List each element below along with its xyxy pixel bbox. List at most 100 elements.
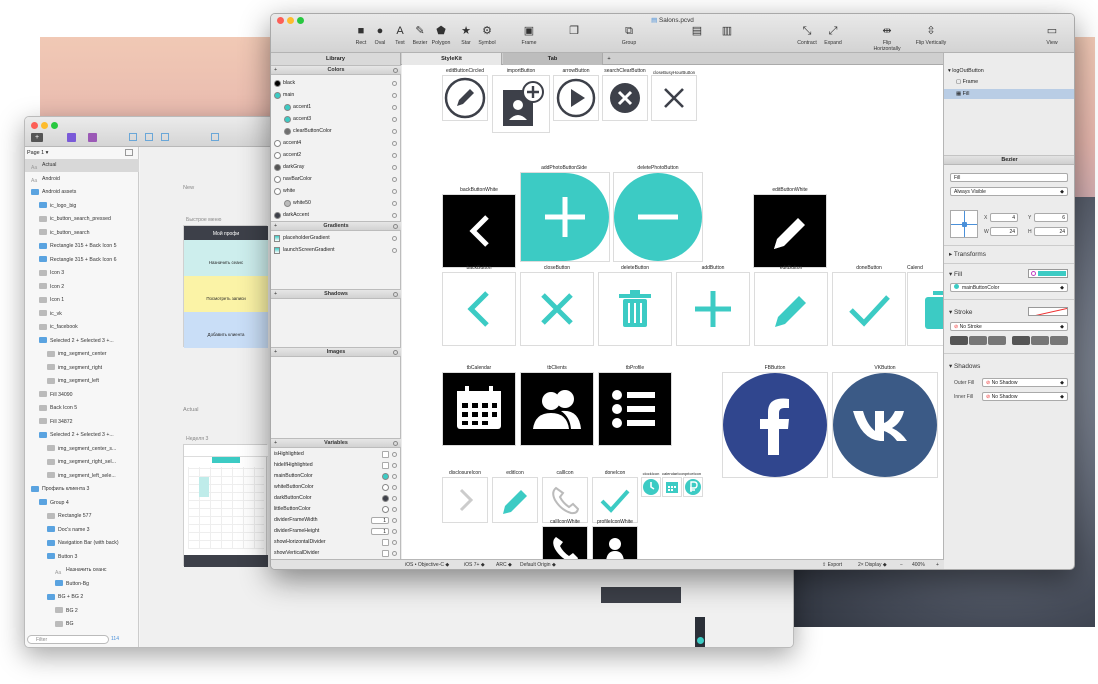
zoom-out-button[interactable]: − xyxy=(900,561,903,569)
variable-item[interactable]: hideIfHighlighted xyxy=(271,460,401,471)
anchor-grid[interactable] xyxy=(950,210,978,238)
layer-row[interactable]: Selected 2 + Selected 3 +... xyxy=(25,335,139,348)
edit-button-white[interactable] xyxy=(753,194,827,268)
zoom-dot[interactable] xyxy=(51,122,58,129)
color-item[interactable]: darkAccent xyxy=(271,210,401,221)
add-page-icon[interactable] xyxy=(125,149,133,156)
delete-photo-button[interactable] xyxy=(613,172,703,262)
layer-row[interactable]: ic_facebook xyxy=(25,321,139,334)
fb-button[interactable] xyxy=(722,372,828,478)
toolbar-button[interactable]: ▭ View xyxy=(1034,26,1070,47)
join-bevel-button[interactable] xyxy=(1050,336,1068,345)
tree-fill[interactable]: ▦ Fill xyxy=(944,89,1074,99)
layer-row[interactable]: ic_button_search_pressed xyxy=(25,213,139,226)
phone-menu-artboard[interactable]: Мой профи Назначить сеанс Посмотреть зап… xyxy=(183,225,268,348)
inner-fill-select[interactable]: ⊘ No Shadow ◆ xyxy=(982,392,1068,401)
cap-square-button[interactable] xyxy=(988,336,1006,345)
back-button-white[interactable] xyxy=(442,194,516,268)
color-item[interactable]: darkGray xyxy=(271,162,401,173)
edit-icon-cell[interactable] xyxy=(492,477,538,523)
toolbar-button[interactable]: ❐ xyxy=(556,26,592,40)
close-button[interactable] xyxy=(520,272,594,346)
color-options-icon[interactable] xyxy=(392,189,397,194)
insert-icon[interactable]: + xyxy=(31,133,43,142)
layer-row[interactable]: ic_vk xyxy=(25,308,139,321)
color-item[interactable]: navBarColor xyxy=(271,174,401,185)
layer-row[interactable]: BG 2 xyxy=(25,605,139,618)
images-header[interactable]: + Images xyxy=(271,347,401,357)
toolbar-button[interactable]: ⚙ Symbol xyxy=(469,26,505,47)
layer-row[interactable]: Fill 34872 xyxy=(25,416,139,429)
edit-button[interactable] xyxy=(754,272,828,346)
layer-row[interactable]: ic_button_search xyxy=(25,227,139,240)
color-options-icon[interactable] xyxy=(392,93,397,98)
variable-options-icon[interactable] xyxy=(392,540,397,545)
call-icon-cell[interactable] xyxy=(542,477,588,523)
visibility-select[interactable]: Always Visible ◆ xyxy=(950,187,1068,196)
color-item[interactable]: white xyxy=(271,186,401,197)
delete-button[interactable] xyxy=(598,272,672,346)
layer-row[interactable]: Android assets xyxy=(25,186,139,199)
layer-row[interactable]: img_segment_right_sel... xyxy=(25,456,139,469)
cap-butt-button[interactable] xyxy=(950,336,968,345)
layer-row[interactable]: Rectangle 315 + Back Icon 6 xyxy=(25,254,139,267)
clock-icon-cell[interactable] xyxy=(641,477,661,497)
variable-item[interactable]: dividerFrameWidth 1 xyxy=(271,515,401,526)
calendar-button[interactable] xyxy=(907,272,947,346)
filter-input[interactable]: Filter xyxy=(27,635,109,644)
price-icon-cell[interactable] xyxy=(683,477,703,497)
color-options-icon[interactable] xyxy=(392,165,397,170)
disclosure-icon-cell[interactable] xyxy=(442,477,488,523)
color-options-icon[interactable] xyxy=(392,153,397,158)
color-options-icon[interactable] xyxy=(392,177,397,182)
variable-options-icon[interactable] xyxy=(392,485,397,490)
done-icon-cell[interactable] xyxy=(592,477,638,523)
close-busy-hour-button[interactable] xyxy=(651,75,697,121)
variable-checkbox[interactable] xyxy=(382,451,389,458)
align-tool-icon[interactable] xyxy=(161,133,169,141)
variable-options-icon[interactable] xyxy=(392,518,397,523)
colors-header[interactable]: + Colors xyxy=(271,65,401,75)
color-options-icon[interactable] xyxy=(392,117,397,122)
display-select[interactable]: 2× Display ◆ xyxy=(858,561,887,569)
close-dot[interactable] xyxy=(31,122,38,129)
join-round-button[interactable] xyxy=(1031,336,1049,345)
layer-row[interactable]: Rectangle 577 xyxy=(25,510,139,523)
fill-swatch[interactable] xyxy=(1028,269,1068,278)
variable-options-icon[interactable] xyxy=(392,529,397,534)
calendar-icon-cell[interactable] xyxy=(662,477,682,497)
toolbar-button[interactable]: ▥ xyxy=(709,26,745,40)
variable-color-swatch[interactable] xyxy=(382,506,389,513)
search-clear-button[interactable] xyxy=(602,75,648,121)
layer-row[interactable]: Fill 34090 xyxy=(25,389,139,402)
variable-options-icon[interactable] xyxy=(392,474,397,479)
phone-calendar-artboard[interactable] xyxy=(183,444,268,567)
layer-row[interactable]: Aa Actual xyxy=(25,159,139,172)
shadows-section[interactable]: ▾ Shadows xyxy=(949,362,980,370)
ios-version-select[interactable]: iOS 7+ ◆ xyxy=(464,561,485,569)
variable-options-icon[interactable] xyxy=(392,463,397,468)
x-field[interactable]: 4 xyxy=(990,213,1018,222)
fill-color-select[interactable]: mainButtonColor ◆ xyxy=(950,283,1068,292)
color-options-icon[interactable] xyxy=(392,129,397,134)
variable-options-icon[interactable] xyxy=(392,507,397,512)
variable-color-swatch[interactable] xyxy=(382,495,389,502)
gradients-header[interactable]: + Gradients xyxy=(271,221,401,231)
stroke-swatch[interactable] xyxy=(1028,307,1068,316)
zoom-in-button[interactable]: + xyxy=(936,561,939,569)
symbol-icon[interactable] xyxy=(67,133,76,142)
page-selector[interactable]: Page 1 ▾ xyxy=(27,150,48,156)
layer-row[interactable]: img_segment_left_sele... xyxy=(25,470,139,483)
layer-row[interactable]: Icon 2 xyxy=(25,281,139,294)
variable-checkbox[interactable] xyxy=(382,550,389,557)
color-item[interactable]: accent2 xyxy=(271,150,401,161)
stroke-select[interactable]: ⊘ No Stroke ◆ xyxy=(950,322,1068,331)
layer-row[interactable]: ic_logo_big xyxy=(25,200,139,213)
variable-checkbox[interactable] xyxy=(382,462,389,469)
layer-row[interactable]: Back Icon 5 xyxy=(25,402,139,415)
tb-profile[interactable] xyxy=(598,372,672,446)
layer-row[interactable]: Button 3 xyxy=(25,551,139,564)
variable-number-field[interactable]: 1 xyxy=(371,528,389,535)
layer-row[interactable]: Button-Bg xyxy=(25,578,139,591)
variables-header[interactable]: + Variables xyxy=(271,438,401,448)
